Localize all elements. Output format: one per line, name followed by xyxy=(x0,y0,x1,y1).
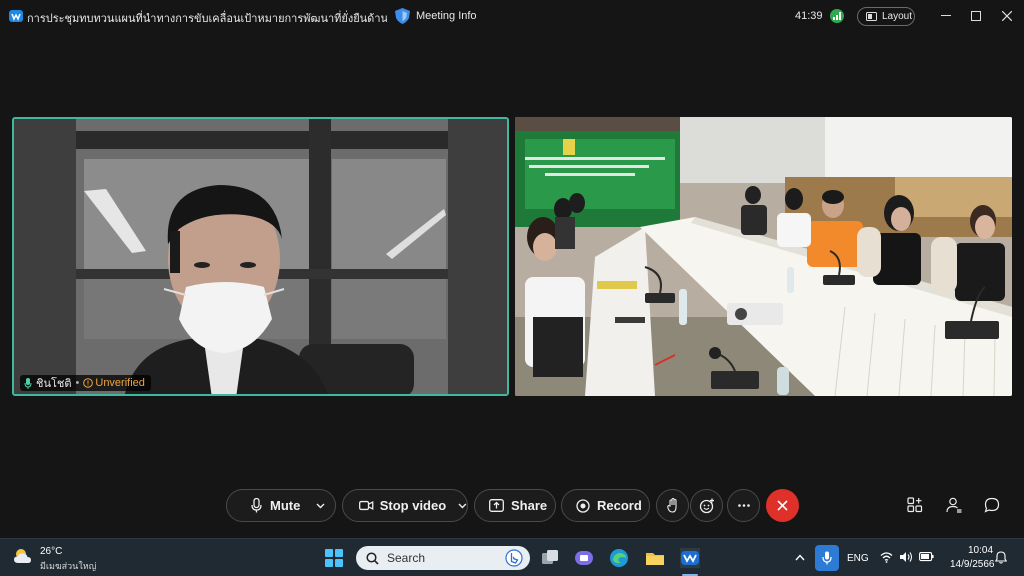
weather-description: มีเมฆส่วนใหญ่ xyxy=(40,561,97,571)
layout-button[interactable]: Layout xyxy=(857,7,915,26)
windows-taskbar: 26°C มีเมฆส่วนใหญ่ ENG 10:04 14/9/2566 xyxy=(0,538,1024,576)
participant-name: ชินโชติ xyxy=(36,378,72,390)
start-tile xyxy=(325,549,333,557)
chevron-down-icon[interactable] xyxy=(458,503,467,509)
clock-time[interactable]: 10:04 xyxy=(968,545,993,556)
volume-icon[interactable] xyxy=(899,551,913,563)
record-label: Record xyxy=(597,498,642,513)
layout-icon xyxy=(866,12,877,21)
warning-circle-icon xyxy=(83,378,94,388)
cloudy-weather-icon[interactable] xyxy=(13,547,35,565)
signal-icon[interactable] xyxy=(830,9,844,23)
meeting-info-button[interactable]: Meeting Info xyxy=(416,10,477,22)
participants-icon xyxy=(946,497,962,513)
shield-icon[interactable] xyxy=(395,8,410,24)
start-tile xyxy=(325,559,333,567)
participant-video-feed xyxy=(14,119,507,394)
file-explorer-icon[interactable] xyxy=(645,548,665,568)
start-button[interactable] xyxy=(325,549,343,567)
webex-logo-icon xyxy=(9,10,23,22)
stop-video-label: Stop video xyxy=(379,498,447,513)
unverified-label: Unverified xyxy=(95,377,145,389)
wifi-icon[interactable] xyxy=(880,551,893,563)
more-icon xyxy=(737,504,750,507)
share-button[interactable]: Share xyxy=(474,489,556,522)
raise-hand-button[interactable] xyxy=(656,489,689,522)
chat-app-icon[interactable] xyxy=(574,548,594,568)
unverified-badge[interactable]: Unverified xyxy=(83,377,145,389)
room-video-tile[interactable] xyxy=(515,117,1012,396)
apps-icon xyxy=(907,497,923,513)
mute-label: Mute xyxy=(270,498,301,513)
room-video-feed xyxy=(515,117,1012,396)
meeting-title: การประชุมทบทวนแผนที่นำทางการขับเคลื่อนเป… xyxy=(27,13,387,25)
participants-button[interactable] xyxy=(945,496,963,514)
raise-hand-icon xyxy=(666,498,677,513)
start-tile xyxy=(335,549,343,557)
battery-icon[interactable] xyxy=(919,551,934,562)
temperature: 26°C xyxy=(40,546,63,557)
record-icon xyxy=(576,498,590,513)
reactions-button[interactable] xyxy=(690,489,723,522)
task-view-icon[interactable] xyxy=(540,548,560,568)
more-options-button[interactable] xyxy=(727,489,760,522)
mute-button[interactable]: Mute xyxy=(226,489,336,522)
chat-button[interactable] xyxy=(983,496,1001,514)
chevron-up-icon[interactable] xyxy=(795,554,805,561)
maximize-icon[interactable] xyxy=(966,6,986,26)
close-icon[interactable] xyxy=(997,6,1017,26)
end-call-icon xyxy=(777,500,788,511)
clock-date[interactable]: 14/9/2566 xyxy=(950,559,995,570)
chevron-down-icon[interactable] xyxy=(316,503,325,509)
title-bar: การประชุมทบทวนแผนที่นำทางการขับเคลื่อนเป… xyxy=(0,0,1024,32)
mic-icon xyxy=(251,498,262,513)
end-call-button[interactable] xyxy=(766,489,799,522)
mic-in-use-indicator[interactable] xyxy=(815,545,839,571)
search-input[interactable] xyxy=(387,551,497,565)
apps-button[interactable] xyxy=(906,496,924,514)
mic-icon xyxy=(24,377,32,389)
chat-icon xyxy=(984,497,1000,513)
mic-icon xyxy=(822,551,832,565)
layout-label: Layout xyxy=(882,11,913,22)
input-language[interactable]: ENG xyxy=(847,553,869,564)
separator-dot: • xyxy=(75,377,80,389)
notification-bell-icon[interactable] xyxy=(995,551,1007,564)
edge-browser-icon[interactable] xyxy=(609,548,629,568)
share-label: Share xyxy=(511,498,548,513)
participant-video-tile[interactable]: ชินโชติ • Unverified xyxy=(12,117,509,396)
taskbar-search[interactable] xyxy=(356,546,530,570)
share-icon xyxy=(489,499,504,512)
camera-icon xyxy=(359,500,374,511)
search-icon xyxy=(366,551,379,565)
webex-app-icon[interactable] xyxy=(680,548,700,568)
record-button[interactable]: Record xyxy=(561,489,650,522)
minimize-icon[interactable] xyxy=(936,6,956,26)
stop-video-button[interactable]: Stop video xyxy=(342,489,468,522)
reaction-icon xyxy=(699,498,714,513)
participant-name-tag: ชินโชติ • Unverified xyxy=(20,375,151,391)
start-tile xyxy=(335,559,343,567)
meeting-timer: 41:39 xyxy=(795,10,823,22)
bing-icon[interactable] xyxy=(505,549,523,567)
